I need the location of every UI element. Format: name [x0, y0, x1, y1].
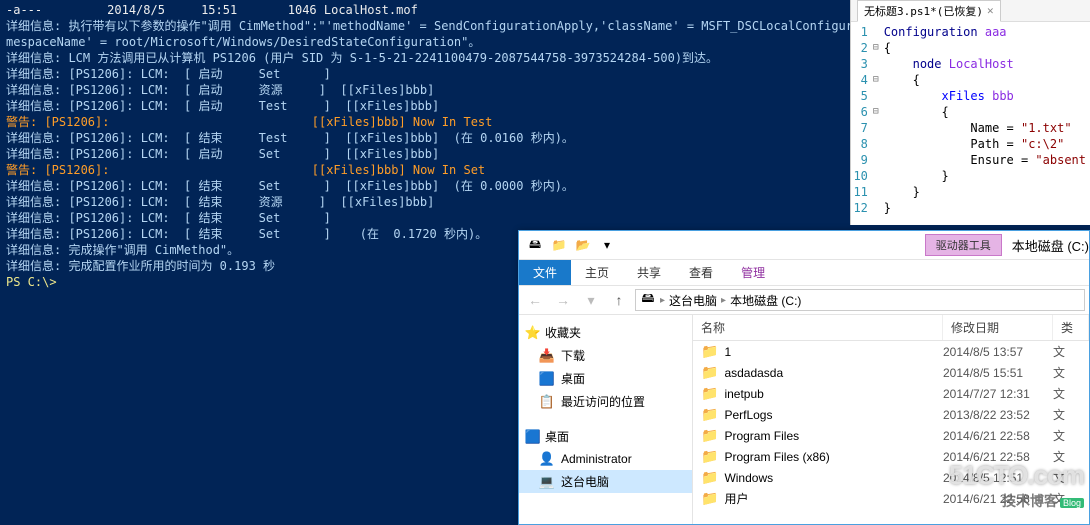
history-button[interactable]: ▾ — [579, 288, 603, 312]
file-date: 2014/6/21 22:58 — [943, 450, 1053, 464]
table-row[interactable]: 📁 用户 2014/6/21 22:58文 — [693, 488, 1089, 509]
column-headers[interactable]: 名称 修改日期 类 — [693, 315, 1089, 341]
file-date: 2014/7/27 12:31 — [943, 387, 1053, 401]
fold-gutter[interactable]: ⊟ ⊟ ⊟ — [872, 22, 880, 222]
folder-icon: 📁 — [701, 385, 718, 402]
props-icon[interactable]: ▾ — [597, 235, 617, 255]
table-row[interactable]: 📁 PerfLogs 2013/8/22 23:52文 — [693, 404, 1089, 425]
star-icon: ⭐ — [525, 325, 541, 341]
file-type: 文 — [1053, 385, 1089, 402]
folder-icon: 📁 — [701, 406, 718, 423]
file-name: PerfLogs — [724, 408, 772, 422]
code-text[interactable]: Configuration aaa{ node LocalHost { xFil… — [880, 22, 1090, 222]
drive-tools-tab[interactable]: 驱动器工具 — [925, 234, 1002, 256]
ribbon: 文件 主页 共享 查看 管理 — [519, 259, 1089, 285]
address-bar[interactable]: 🖴 ▸ 这台电脑 ▸ 本地磁盘 (C:) — [635, 289, 1085, 311]
nav-row: ← → ▾ ↑ 🖴 ▸ 这台电脑 ▸ 本地磁盘 (C:) — [519, 285, 1089, 315]
file-type: 文 — [1053, 469, 1089, 486]
folder-icon: 📁 — [701, 448, 718, 465]
nav-favorites[interactable]: ⭐收藏夹 — [519, 321, 692, 344]
file-name: 用户 — [724, 490, 748, 507]
crumb-drive[interactable]: 本地磁盘 (C:) — [730, 292, 801, 309]
file-name: inetpub — [724, 387, 763, 401]
editor-tabs: 无标题3.ps1*(已恢复) ✕ — [851, 0, 1090, 22]
file-name: Windows — [724, 471, 773, 485]
folder-icon: 📁 — [701, 364, 718, 381]
line-gutter: 123456789101112 — [851, 22, 872, 222]
drive-icon: 🖴 — [525, 235, 545, 255]
tab-view[interactable]: 查看 — [675, 260, 727, 285]
tab-title: 无标题3.ps1*(已恢复) — [864, 3, 983, 19]
drive-icon: 🖴 — [640, 292, 656, 308]
folder-icon: 📁 — [701, 343, 718, 360]
close-icon[interactable]: ✕ — [987, 4, 994, 17]
file-type: 文 — [1053, 364, 1089, 381]
file-date: 2014/8/5 15:51 — [943, 366, 1053, 380]
file-explorer: 🖴 📁 📂 ▾ 驱动器工具 本地磁盘 (C:) 文件 主页 共享 查看 管理 ←… — [518, 230, 1090, 525]
folder-icon: 📁 — [701, 469, 718, 486]
code-area[interactable]: 123456789101112 ⊟ ⊟ ⊟ Configuration aaa{… — [851, 22, 1090, 222]
file-name: asdadasda — [724, 366, 783, 380]
table-row[interactable]: 📁 Program Files (x86) 2014/6/21 22:58文 — [693, 446, 1089, 467]
chevron-right-icon[interactable]: ▸ — [660, 295, 665, 306]
quick-launch: 🖴 📁 📂 ▾ — [519, 235, 623, 255]
crumb-pc[interactable]: 这台电脑 — [669, 292, 717, 309]
folder-icon: 📁 — [701, 490, 718, 507]
tab-home[interactable]: 主页 — [571, 260, 623, 285]
folder-icon[interactable]: 📁 — [549, 235, 569, 255]
editor-tab[interactable]: 无标题3.ps1*(已恢复) ✕ — [857, 0, 1001, 22]
file-date: 2014/6/21 22:58 — [943, 492, 1053, 506]
file-type: 文 — [1053, 490, 1089, 507]
file-type: 文 — [1053, 406, 1089, 423]
desktop-icon: 🟦 — [539, 371, 555, 387]
col-date[interactable]: 修改日期 — [943, 315, 1053, 340]
back-button[interactable]: ← — [523, 288, 547, 312]
file-date: 2014/6/21 22:58 — [943, 429, 1053, 443]
user-icon: 👤 — [539, 451, 555, 467]
table-row[interactable]: 📁 asdadasda 2014/8/5 15:51文 — [693, 362, 1089, 383]
up-button[interactable]: ↑ — [607, 288, 631, 312]
table-row[interactable]: 📁 Windows 2014/8/5 12:51文 — [693, 467, 1089, 488]
file-date: 2014/8/5 13:57 — [943, 345, 1053, 359]
file-name: Program Files (x86) — [724, 450, 829, 464]
download-icon: 📥 — [539, 348, 555, 364]
nav-admin[interactable]: 👤Administrator — [519, 448, 692, 470]
table-row[interactable]: 📁 1 2014/8/5 13:57文 — [693, 341, 1089, 362]
ise-editor: 无标题3.ps1*(已恢复) ✕ 123456789101112 ⊟ ⊟ ⊟ C… — [850, 0, 1090, 225]
folder-icon: 📁 — [701, 427, 718, 444]
table-row[interactable]: 📁 Program Files 2014/6/21 22:58文 — [693, 425, 1089, 446]
recent-icon: 📋 — [539, 394, 555, 410]
nav-pane[interactable]: ⭐收藏夹 📥下载 🟦桌面 📋最近访问的位置 🟦桌面 👤Administrator… — [519, 315, 693, 524]
tab-share[interactable]: 共享 — [623, 260, 675, 285]
forward-button[interactable]: → — [551, 288, 575, 312]
nav-thispc[interactable]: 💻这台电脑 — [519, 470, 692, 493]
file-type: 文 — [1053, 427, 1089, 444]
file-pane: 名称 修改日期 类 📁12014/8/5 13:57文📁asdadasda201… — [693, 315, 1089, 524]
file-date: 2013/8/22 23:52 — [943, 408, 1053, 422]
nav-desktop[interactable]: 🟦桌面 — [519, 367, 692, 390]
tab-manage[interactable]: 管理 — [727, 260, 779, 285]
file-type: 文 — [1053, 448, 1089, 465]
tab-file[interactable]: 文件 — [519, 260, 571, 285]
file-name: Program Files — [724, 429, 799, 443]
file-name: 1 — [724, 345, 731, 359]
nav-recent[interactable]: 📋最近访问的位置 — [519, 390, 692, 413]
file-type: 文 — [1053, 343, 1089, 360]
col-name[interactable]: 名称 — [693, 315, 943, 340]
explorer-titlebar[interactable]: 🖴 📁 📂 ▾ 驱动器工具 本地磁盘 (C:) — [519, 231, 1089, 259]
nav-desktop-head[interactable]: 🟦桌面 — [519, 425, 692, 448]
table-row[interactable]: 📁 inetpub 2014/7/27 12:31文 — [693, 383, 1089, 404]
nav-downloads[interactable]: 📥下载 — [519, 344, 692, 367]
window-title: 本地磁盘 (C:) — [1012, 236, 1089, 255]
chevron-right-icon[interactable]: ▸ — [721, 295, 726, 306]
file-list[interactable]: 📁12014/8/5 13:57文📁asdadasda2014/8/5 15:5… — [693, 341, 1089, 509]
col-type[interactable]: 类 — [1053, 315, 1089, 340]
desktop-icon: 🟦 — [525, 429, 541, 445]
pc-icon: 💻 — [539, 474, 555, 490]
open-icon[interactable]: 📂 — [573, 235, 593, 255]
file-date: 2014/8/5 12:51 — [943, 471, 1053, 485]
